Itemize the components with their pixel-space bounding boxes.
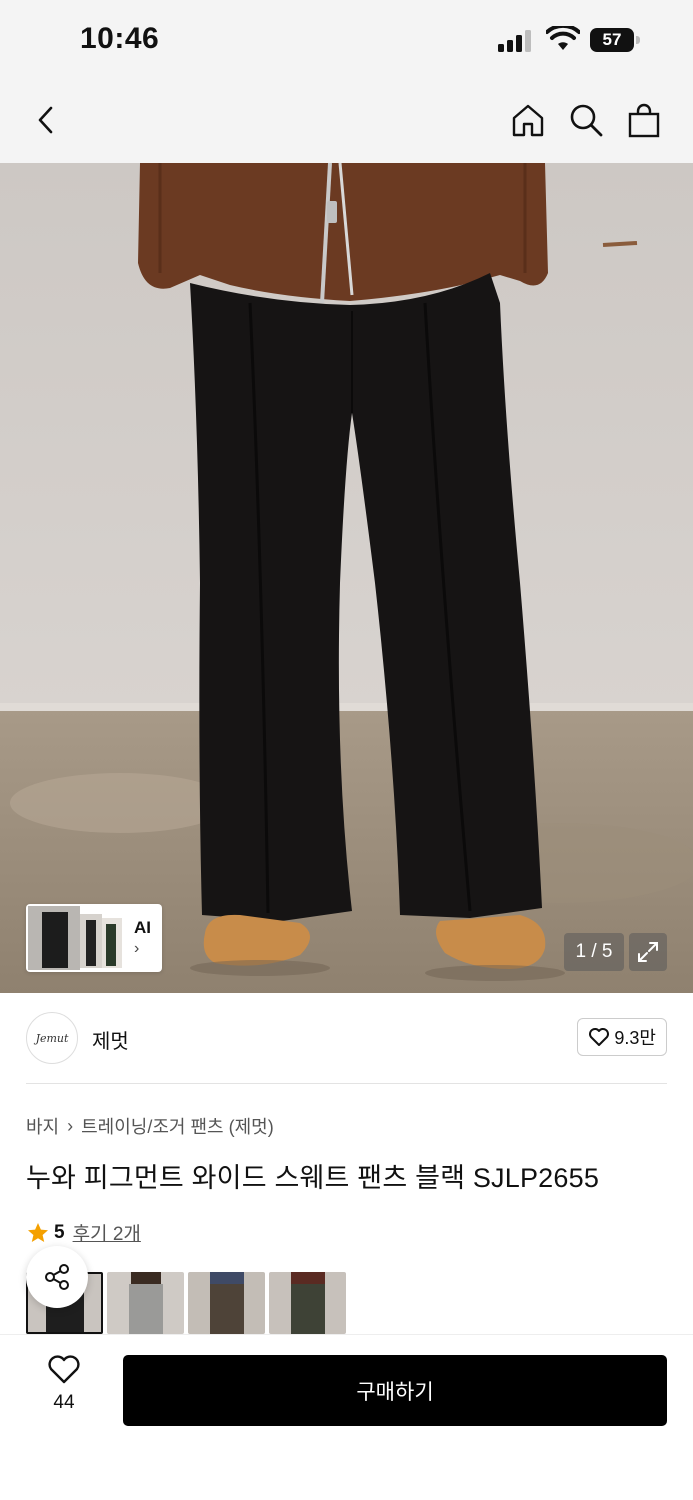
- swatch-khaki[interactable]: [269, 1272, 346, 1334]
- image-counter: 1 / 5: [564, 933, 624, 971]
- breadcrumb: 바지 › 트레이닝/조거 팬츠 (제멋): [26, 1113, 274, 1139]
- brand-name[interactable]: 제멋: [92, 1025, 129, 1054]
- swatch-khaki-image: [269, 1272, 346, 1334]
- cellular-signal-icon: [498, 30, 531, 52]
- brand-like-button[interactable]: 9.3만: [577, 1018, 667, 1056]
- ai-label: AI: [134, 918, 151, 937]
- back-button[interactable]: [24, 98, 68, 142]
- ai-thumbnail-image: [28, 906, 122, 970]
- swatch-brown[interactable]: [188, 1272, 265, 1334]
- wishlist-count: 44: [53, 1392, 75, 1413]
- swatch-grey-image: [107, 1272, 184, 1334]
- ai-recommend-thumbnail[interactable]: AI ›: [26, 904, 162, 972]
- brand-row: Jemut 제멋 9.3만: [26, 1012, 667, 1064]
- home-icon: [512, 104, 544, 137]
- share-button[interactable]: [26, 1246, 88, 1308]
- buy-button[interactable]: 구매하기: [123, 1355, 667, 1426]
- swatch-brown-image: [188, 1272, 265, 1334]
- battery-icon: 57: [590, 28, 640, 52]
- product-title: 누와 피그먼트 와이드 스웨트 팬츠 블랙 SJLP2655: [26, 1163, 600, 1193]
- heart-icon: [48, 1355, 80, 1384]
- wifi-icon: [546, 26, 580, 50]
- chevron-left-icon: [38, 106, 53, 134]
- shopping-bag-icon: [628, 103, 660, 138]
- star-icon: [28, 1222, 48, 1242]
- brand-like-count: 9.3만: [614, 1028, 656, 1048]
- brand-logo[interactable]: Jemut: [26, 1012, 78, 1064]
- search-icon: [570, 104, 603, 137]
- breadcrumb-subcategory[interactable]: 트레이닝/조거 팬츠 (제멋): [81, 1113, 274, 1139]
- nav-bar: [0, 80, 693, 163]
- product-image[interactable]: [0, 163, 693, 993]
- cart-button[interactable]: [622, 98, 666, 142]
- expand-icon: [638, 942, 658, 962]
- wishlist-button[interactable]: 44: [34, 1355, 94, 1414]
- search-button[interactable]: [564, 98, 608, 142]
- review-link[interactable]: 후기 2개: [73, 1219, 141, 1246]
- breadcrumb-separator-icon: ›: [67, 1115, 74, 1136]
- expand-button[interactable]: [629, 933, 667, 971]
- heart-icon: [589, 1028, 610, 1046]
- product-photo: [0, 163, 693, 993]
- chevron-right-icon: ›: [134, 940, 140, 957]
- divider: [26, 1083, 667, 1084]
- battery-level: 57: [602, 30, 622, 49]
- bottom-action-bar: 44 구매하기: [0, 1334, 693, 1500]
- status-time: 10:46: [80, 22, 160, 55]
- breadcrumb-category[interactable]: 바지: [26, 1113, 59, 1139]
- rating-row: 5 후기 2개: [26, 1219, 141, 1246]
- rating-score: 5: [54, 1221, 65, 1243]
- home-button[interactable]: [506, 98, 550, 142]
- status-bar: 10:46 57: [0, 0, 693, 80]
- share-icon: [45, 1264, 69, 1290]
- swatch-grey[interactable]: [107, 1272, 184, 1334]
